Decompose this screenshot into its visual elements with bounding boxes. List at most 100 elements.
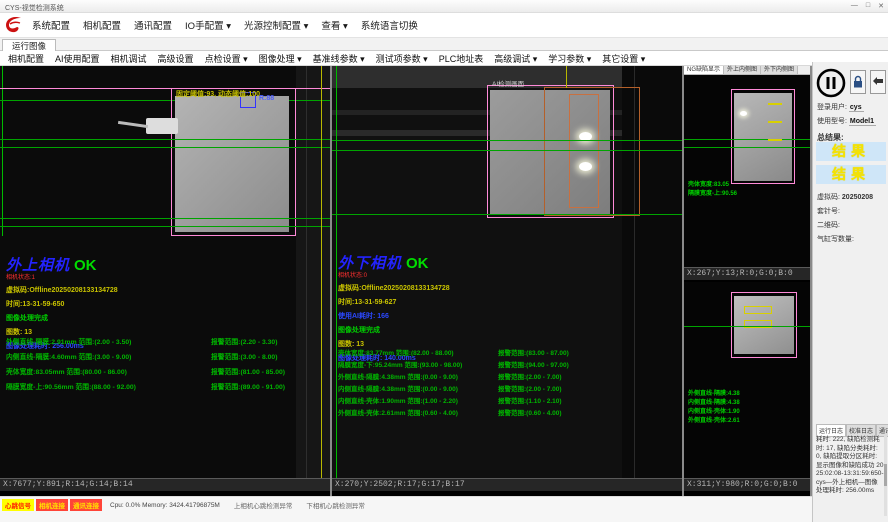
tool-advanced-settings[interactable]: 高级设置: [158, 52, 194, 65]
tool-baseline-params[interactable]: 基准线参数 ▾: [313, 52, 365, 65]
window-title: CYS-视觉检测系统: [5, 3, 64, 13]
model-value[interactable]: Model1: [849, 118, 876, 126]
ok-verdict: OK: [74, 257, 97, 274]
yellow-mark-rect: [744, 306, 772, 314]
weld-highlight: [579, 162, 592, 171]
machinery-shadow: [296, 66, 330, 478]
tool-camera-config[interactable]: 相机配置: [8, 52, 44, 65]
tool-camera-debug[interactable]: 相机调试: [111, 52, 147, 65]
measure-alarm: 报警范围:(89.00 - 91.00): [211, 381, 285, 391]
weld-highlight: [740, 111, 747, 116]
orange-roi-rect-inner: [569, 94, 599, 208]
needle-label: 套针号:: [817, 206, 840, 216]
log-text-area[interactable]: 耗时: 222, 缺陷检测耗时: 17, 缺陷分类耗时: 0, 缺陷提取分区耗时…: [816, 436, 884, 516]
measure-alarm: 报警范围:(0.60 - 4.00): [498, 407, 562, 417]
tool-other-settings[interactable]: 其它设置 ▾: [602, 52, 645, 65]
yellow-mark: [768, 103, 782, 105]
virtual-code: 虚拟码:Offline20250208133134728: [6, 285, 118, 295]
cpu-memory-text: Cpu: 0.0% Memory: 3424.41796875M: [110, 502, 220, 509]
pause-button[interactable]: [815, 67, 847, 99]
capture-time: 时间:13-31-59-650: [6, 299, 118, 309]
tab-upper-inner-view[interactable]: 外上内侧图: [724, 66, 761, 74]
menu-camera-config[interactable]: 相机配置: [83, 18, 121, 32]
login-user-row: 登录用户: cys: [817, 102, 864, 112]
back-button[interactable]: [870, 70, 886, 94]
measurement-row: 外侧直线-隔膜:2.91mm 范围:(2.00 - 3.50) 报警范围:(2.…: [6, 336, 326, 346]
maximize-icon[interactable]: □: [866, 2, 870, 10]
menu-light-config[interactable]: 光源控制配置 ▾: [244, 18, 308, 32]
measurement-row: 壳体宽度:83.05mm 范围:(80.00 - 86.00) 报警范围:(81…: [6, 366, 326, 376]
mid-camera-viewport[interactable]: AI检测画面 外下相机OK 相机状态:0 虚拟码:Offline20250208…: [332, 66, 682, 478]
close-icon[interactable]: ✕: [878, 2, 884, 10]
mini-readout: 内侧直线-壳体:1.90: [688, 406, 740, 415]
comm-connection-badge: 通讯连接: [70, 499, 102, 511]
heartbeat-status-badge: 心跳信号: [2, 499, 34, 511]
measurement-row: 内侧直线-隔膜:4.38mm 范围:(0.00 - 9.00) 报警范围:(2.…: [338, 383, 678, 393]
measure-main: 壳体宽度:83.05mm 范围:(80.00 - 86.00): [6, 369, 127, 376]
menu-language-switch[interactable]: 系统语言切换: [361, 18, 418, 32]
tool-image-process[interactable]: 图像处理 ▾: [259, 52, 302, 65]
tool-plc-address[interactable]: PLC地址表: [439, 52, 484, 65]
model-row: 使用型号: Model1: [817, 116, 876, 126]
login-user-value[interactable]: cys: [849, 104, 864, 112]
small-top-viewport[interactable]: 壳体宽度:83.05 隔膜宽度-上:90.56: [684, 75, 810, 267]
log-scrollbar-thumb[interactable]: [884, 464, 887, 486]
tool-ai-config[interactable]: AI使用配置: [55, 52, 100, 65]
green-measure-line: [684, 326, 810, 327]
measure-main: 外侧直线-壳体:2.61mm 范围:(0.60 - 4.00): [338, 410, 458, 417]
toolbar: 相机配置 AI使用配置 相机调试 高级设置 点检设置 ▾ 图像处理 ▾ 基准线参…: [0, 51, 888, 66]
green-measure-line: [332, 140, 682, 141]
tool-advanced-debug[interactable]: 高级调试 ▾: [494, 52, 537, 65]
yellow-guide-vline: [566, 66, 567, 88]
threshold-overlay-text: 固定阈值:93, 动态阈值:100: [176, 89, 260, 99]
pink-roi-rect: [171, 88, 296, 236]
main-area: R:88 固定阈值:93, 动态阈值:100 外上相机OK 相机状态:1 虚拟码…: [0, 66, 888, 496]
tab-lower-inner-view[interactable]: 外下内侧图: [761, 66, 798, 74]
measure-main: 外侧直线-隔膜:2.91mm 范围:(2.00 - 3.50): [6, 339, 131, 346]
green-guide-vline: [336, 66, 337, 478]
measurement-row: 壳体宽度:83.77mm 范围:(82.00 - 88.00) 报警范围:(83…: [338, 347, 678, 357]
tab-ng-display[interactable]: NG缺陷显示: [684, 66, 724, 74]
menu-view[interactable]: 查看 ▾: [321, 18, 347, 32]
measure-alarm: 报警范围:(83.00 - 87.00): [498, 347, 569, 357]
connector-wire: [118, 121, 148, 128]
green-measure-line: [332, 150, 682, 151]
mini-readout: 外侧直线-隔膜:4.38: [688, 388, 740, 397]
green-measure-line: [0, 139, 330, 140]
mini-readout: 外侧直线-壳体:2.61: [688, 415, 740, 424]
small-bottom-viewport[interactable]: 外侧直线-隔膜:4.38 内侧直线-隔膜:4.38 内侧直线-壳体:1.90 外…: [684, 282, 810, 478]
measure-alarm: 报警范围:(1.10 - 2.10): [498, 395, 562, 405]
back-arrow-icon: [872, 76, 884, 88]
mini-readout: 内侧直线-隔膜:4.38: [688, 397, 740, 406]
lock-button[interactable]: [850, 70, 866, 94]
tab-strip: 运行图像: [0, 38, 888, 51]
measure-main: 内侧直线-壳体:1.90mm 范围:(1.00 - 2.20): [338, 398, 458, 405]
camera-connection-badge: 相机连接: [36, 499, 68, 511]
small-bottom-coordinate-bar: X:311;Y:980;R:0;G:0;B:0: [684, 478, 810, 491]
process-done: 图像处理完成: [6, 313, 118, 323]
green-measure-line: [332, 214, 682, 215]
measurement-row: 外侧直线-隔膜:4.38mm 范围:(0.00 - 9.00) 报警范围:(2.…: [338, 371, 678, 381]
menu-io-config[interactable]: IO手配置 ▾: [185, 18, 231, 32]
minimize-icon[interactable]: —: [851, 2, 858, 10]
green-measure-line: [684, 147, 810, 148]
tab-run-image[interactable]: 运行图像: [2, 39, 56, 51]
title-bar: CYS-视觉检测系统 — □ ✕: [0, 0, 888, 13]
qrcode-label: 二维码:: [817, 220, 840, 230]
tool-test-params[interactable]: 测试项参数 ▾: [376, 52, 428, 65]
measure-main: 隔膜宽度-上:90.56mm 范围:(88.00 - 92.00): [6, 384, 136, 391]
tool-spot-check[interactable]: 点检设置 ▾: [205, 52, 248, 65]
yellow-mark: [768, 139, 782, 141]
left-camera-viewport[interactable]: R:88 固定阈值:93, 动态阈值:100 外上相机OK 相机状态:1 虚拟码…: [0, 66, 330, 478]
mini-readout: 隔膜宽度-上:90.56: [688, 188, 737, 197]
model-label: 使用型号:: [817, 118, 847, 125]
measure-alarm: 报警范围:(3.00 - 8.00): [211, 351, 277, 361]
ai-elapsed: 使用AI耗时: 166: [338, 311, 450, 321]
app-window: CYS-视觉检测系统 — □ ✕ 系统配置 相机配置 通讯配置 IO手配置 ▾ …: [0, 0, 888, 522]
menu-system-config[interactable]: 系统配置: [32, 18, 70, 32]
tool-learning-params[interactable]: 学习参数 ▾: [548, 52, 591, 65]
machinery-edge: [306, 66, 307, 478]
log-scrollbar[interactable]: [884, 436, 887, 516]
menu-bar: 系统配置 相机配置 通讯配置 IO手配置 ▾ 光源控制配置 ▾ 查看 ▾ 系统语…: [0, 13, 888, 38]
menu-comm-config[interactable]: 通讯配置: [134, 18, 172, 32]
